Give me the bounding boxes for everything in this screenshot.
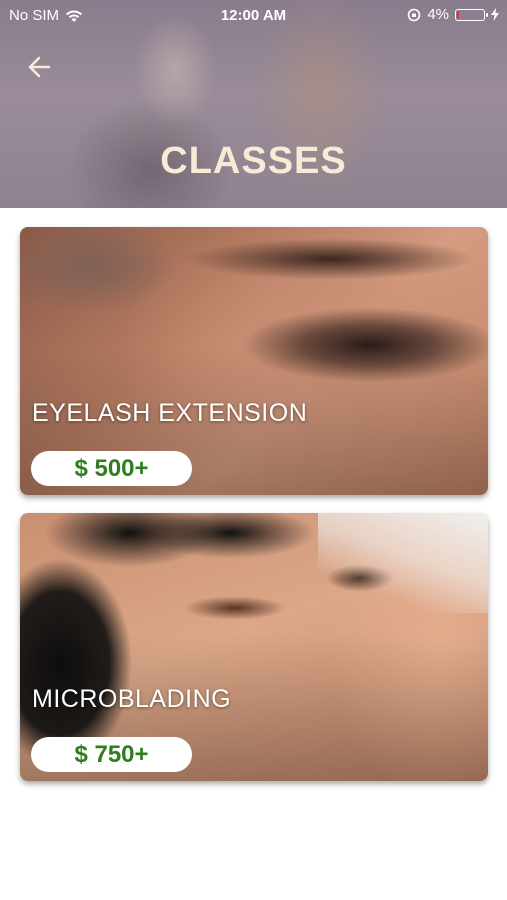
class-card-microblading[interactable]: MICROBLADING $ 750+ [20,513,488,781]
status-bar: No SIM 12:00 AM 4% [0,0,507,30]
battery-percent: 4% [427,6,449,23]
class-card-eyelash-extension[interactable]: EYELASH EXTENSION $ 500+ [20,227,488,495]
class-card-title: EYELASH EXTENSION [32,399,308,427]
status-right-group: 4% [407,6,499,23]
class-card-title: MICROBLADING [32,685,232,713]
battery-level [457,10,459,19]
class-price-badge: $ 500+ [31,451,192,486]
charging-bolt-icon [491,8,499,21]
orientation-lock-icon [408,8,421,21]
arrow-left-icon [28,56,51,78]
page-title: CLASSES [160,140,347,182]
back-button[interactable] [22,50,56,84]
class-price-badge: $ 750+ [31,737,192,772]
header-banner: No SIM 12:00 AM 4% CLASSES [0,0,507,208]
battery-icon [455,8,488,21]
